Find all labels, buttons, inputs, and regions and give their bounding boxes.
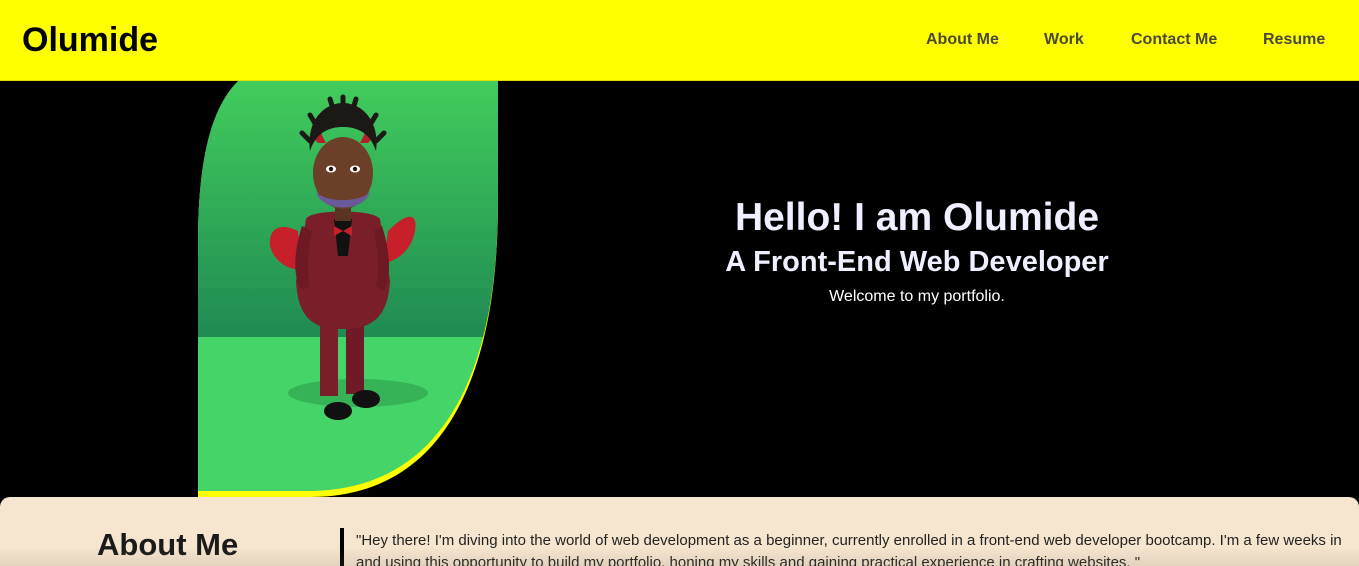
nav-link-resume[interactable]: Resume — [1263, 31, 1325, 49]
site-header: Olumide About Me Work Contact Me Resume — [0, 0, 1359, 81]
brand-logo[interactable]: Olumide — [22, 21, 158, 60]
hero-text: Hello! I am Olumide A Front-End Web Deve… — [617, 195, 1217, 306]
nav-link-about-me[interactable]: About Me — [926, 31, 999, 49]
nav-link-work[interactable]: Work — [1044, 31, 1084, 49]
about-heading: About Me — [97, 527, 239, 562]
hero-title: Hello! I am Olumide — [734, 196, 1100, 239]
hero-subtitle: A Front-End Web Developer — [725, 246, 1109, 278]
about-divider — [340, 528, 344, 566]
hero-section: Hello! I am Olumide A Front-End Web Deve… — [0, 81, 1359, 497]
nav-link-contact-me[interactable]: Contact Me — [1131, 31, 1217, 49]
avatar-image — [198, 81, 498, 497]
hero-welcome-text: Welcome to my portfolio. — [829, 288, 1005, 305]
about-section: About Me "Hey there! I'm diving into the… — [0, 497, 1359, 566]
page: Olumide About Me Work Contact Me Resume — [0, 0, 1359, 566]
about-text: "Hey there! I'm diving into the world of… — [356, 532, 1342, 566]
